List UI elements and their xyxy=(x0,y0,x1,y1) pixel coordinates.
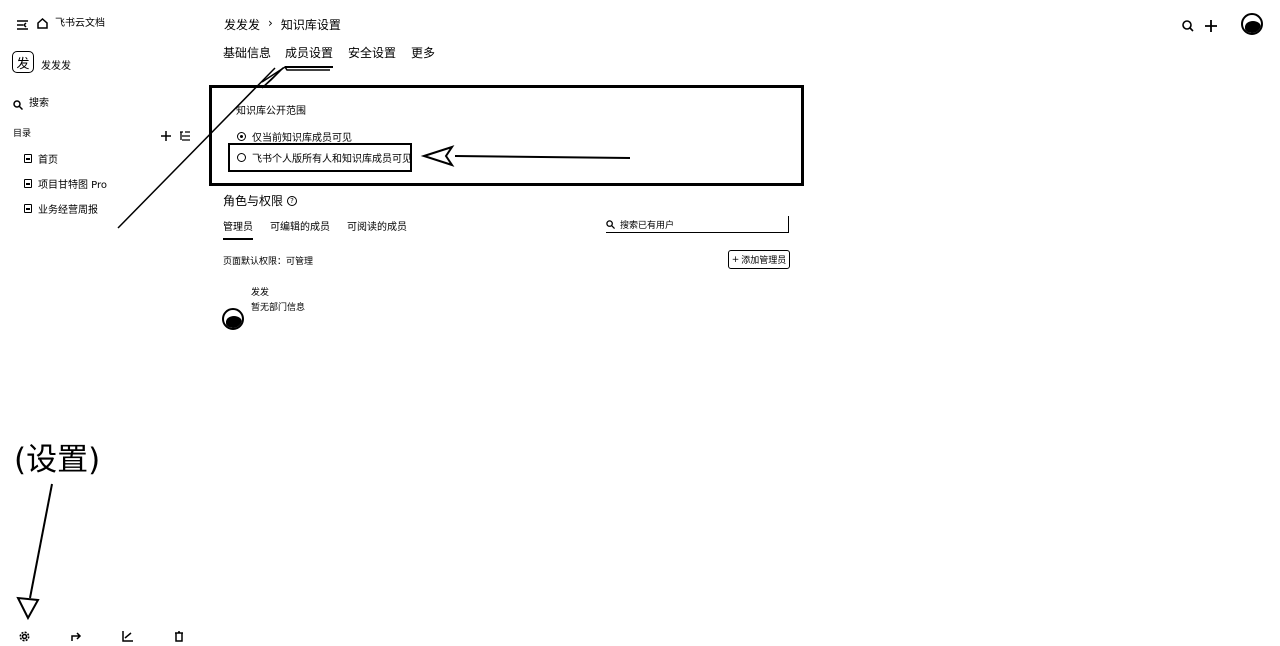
sidebar-item-label: 项目甘特图 Pro xyxy=(38,180,108,191)
subtab-admins[interactable]: 管理员 xyxy=(223,218,253,240)
user-avatar[interactable] xyxy=(1241,13,1263,35)
gantt-icon xyxy=(24,179,32,188)
visibility-title: 知识库公开范围 xyxy=(236,106,306,117)
doc-icon xyxy=(24,204,32,213)
search-placeholder: 搜索已有用户 xyxy=(620,220,675,231)
radio-unchecked[interactable] xyxy=(237,153,246,162)
add-admin-button[interactable]: + 添加管理员 xyxy=(728,250,790,269)
visibility-option-public[interactable]: 飞书个人版所有人和知识库成员可见 xyxy=(237,150,412,165)
directory-label: 目录 xyxy=(13,129,32,139)
chart-icon[interactable] xyxy=(122,627,133,646)
plus-icon: + xyxy=(731,254,740,265)
search-icon[interactable] xyxy=(13,95,24,114)
visibility-option-members-only[interactable]: 仅当前知识库成员可见 xyxy=(237,129,352,144)
roles-title: 角色与权限 ? xyxy=(223,192,298,209)
sidebar-item-gantt[interactable]: 项目甘特图 Pro xyxy=(24,176,107,191)
help-icon[interactable]: ? xyxy=(287,195,298,206)
app-name[interactable]: 飞书云文档 xyxy=(55,14,105,29)
doc-icon xyxy=(24,154,32,163)
add-icon[interactable] xyxy=(161,126,171,145)
subtab-editors[interactable]: 可编辑的成员 xyxy=(270,218,330,233)
member-avatar xyxy=(222,308,244,330)
breadcrumb: 发发发 › 知识库设置 xyxy=(224,16,341,33)
subtab-readers[interactable]: 可阅读的成员 xyxy=(347,218,407,233)
sidebar-collapse-icon[interactable] xyxy=(17,15,28,30)
tree-options-icon[interactable] xyxy=(180,126,190,145)
sidebar: 飞书云文档 发 发发发 搜索 目录 首页 项目甘特图 Pro 业务经营周报 xyxy=(0,0,205,646)
sidebar-item-label: 首页 xyxy=(38,155,58,166)
trash-icon[interactable] xyxy=(174,627,184,646)
roles-title-text: 角色与权限 xyxy=(223,194,284,208)
home-icon[interactable] xyxy=(37,14,48,33)
breadcrumb-space[interactable]: 发发发 xyxy=(224,16,260,33)
breadcrumb-page: 知识库设置 xyxy=(280,18,341,32)
settings-icon[interactable] xyxy=(19,627,30,646)
create-icon[interactable] xyxy=(1205,17,1217,36)
page-default-permission: 页面默认权限：可管理 xyxy=(223,257,314,267)
search-icon[interactable] xyxy=(1182,17,1194,36)
radio-checked[interactable] xyxy=(237,132,246,141)
share-icon[interactable] xyxy=(71,627,82,646)
sidebar-item-weekly-report[interactable]: 业务经营周报 xyxy=(24,201,98,216)
breadcrumb-separator: › xyxy=(268,16,273,30)
member-search-input[interactable]: 搜索已有用户 xyxy=(606,216,789,233)
space-avatar-char: 发 xyxy=(16,56,30,72)
tab-security-settings[interactable]: 安全设置 xyxy=(348,44,396,61)
member-name: 发发 xyxy=(251,288,270,298)
sidebar-item-label: 业务经营周报 xyxy=(38,205,98,216)
option-label: 飞书个人版所有人和知识库成员可见 xyxy=(252,154,412,165)
tab-member-settings[interactable]: 成员设置 xyxy=(285,44,334,68)
space-avatar[interactable]: 发 xyxy=(12,51,34,73)
tab-more[interactable]: 更多 xyxy=(411,44,435,61)
option-label: 仅当前知识库成员可见 xyxy=(252,133,352,144)
search-label[interactable]: 搜索 xyxy=(29,94,49,109)
settings-callout-text: (设置) xyxy=(14,442,101,478)
tab-basic-info[interactable]: 基础信息 xyxy=(223,44,271,61)
member-department: 暂无部门信息 xyxy=(251,303,306,313)
space-name[interactable]: 发发发 xyxy=(41,57,71,72)
search-icon xyxy=(606,219,615,229)
sidebar-item-home[interactable]: 首页 xyxy=(24,151,58,166)
add-admin-label: 添加管理员 xyxy=(741,256,787,266)
